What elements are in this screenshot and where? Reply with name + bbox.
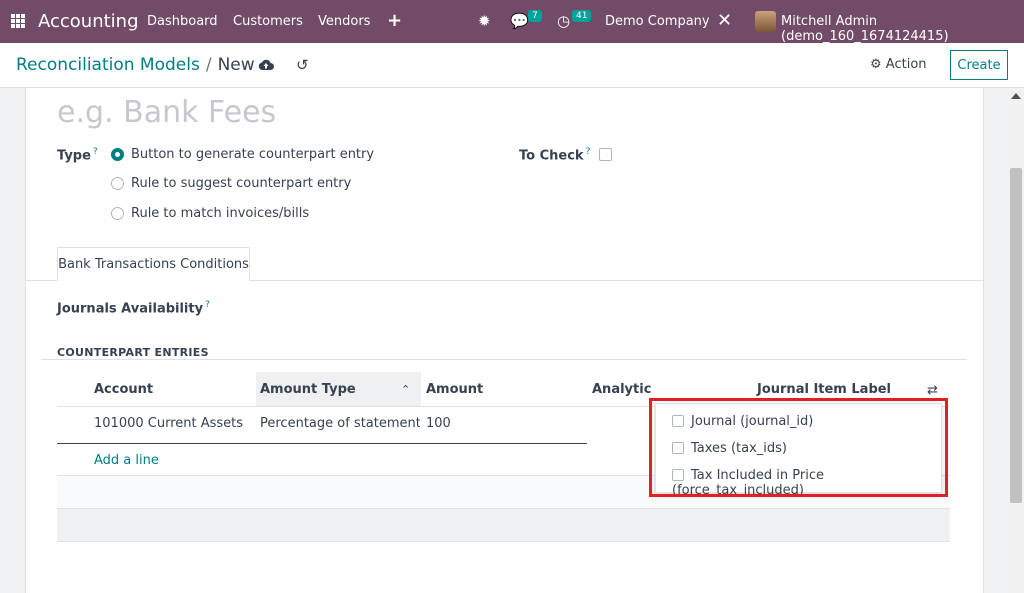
chat-icon[interactable]: 💬 [510,12,529,30]
to-check-label: To Check? [519,147,590,163]
menu-vendors[interactable]: Vendors [318,14,370,29]
apps-menu-icon[interactable] [11,14,25,28]
radio-label-counterpart[interactable]: Button to generate counterpart entry [131,147,374,162]
journals-label-text: Journals Availability [57,301,204,317]
plus-icon[interactable]: + [387,10,402,31]
section-title: COUNTERPART ENTRIES [57,346,209,359]
menu-dashboard[interactable]: Dashboard [147,14,218,29]
row-active-divider [57,443,587,444]
to-check-label-text: To Check [519,148,584,164]
to-check-checkbox[interactable] [599,148,612,161]
company-switcher[interactable]: Demo Company [605,14,710,29]
gear-icon: ⚙ [870,57,882,72]
footer-divider [57,541,950,542]
cell-amount-type[interactable]: Percentage of statement line [260,416,420,431]
breadcrumb-separator: / [205,55,212,75]
column-analytic[interactable]: Analytic [592,382,651,397]
optional-columns-toggle-icon[interactable]: ⇄ [927,383,938,398]
tools-icon[interactable]: ✕ [717,10,732,31]
to-check-help-icon[interactable]: ? [586,147,591,157]
type-label-text: Type [57,148,91,164]
scroll-thumb[interactable] [1010,168,1022,503]
type-label: Type? [57,147,98,163]
bug-icon[interactable]: ✹ [478,12,491,30]
cell-amount[interactable]: 100 [426,416,576,431]
radio-label-suggest[interactable]: Rule to suggest counterpart entry [131,176,351,191]
radio-button-counterpart[interactable] [111,148,124,161]
app-name[interactable]: Accounting [38,11,139,32]
column-amount[interactable]: Amount [426,382,483,397]
action-button[interactable]: ⚙ Action [870,57,927,72]
column-account[interactable]: Account [94,382,153,397]
top-navbar: Accounting Dashboard Customers Vendors +… [0,0,1024,44]
tab-bank-transactions-conditions[interactable]: Bank Transactions Conditions [57,247,250,281]
journals-availability-label: Journals Availability? [57,300,210,316]
radio-rule-match[interactable] [111,207,124,220]
radio-rule-suggest[interactable] [111,177,124,190]
messages-badge: 7 [528,10,542,22]
avatar[interactable] [755,11,776,32]
menu-customers[interactable]: Customers [233,14,303,29]
breadcrumb-parent[interactable]: Reconciliation Models [16,55,200,75]
breadcrumb: Reconciliation Models / New [16,55,255,75]
create-button[interactable]: Create [950,50,1008,80]
scroll-up-arrow-icon[interactable] [1011,93,1021,99]
sort-caret-up-icon: ⌃ [401,383,411,396]
cell-account[interactable]: 101000 Current Assets [94,416,254,431]
column-amount-type[interactable]: Amount Type [260,382,356,397]
activities-badge: 41 [572,10,592,22]
clock-icon[interactable]: ◷ [557,12,570,30]
journals-help-icon[interactable]: ? [205,300,210,310]
highlight-box [649,398,948,497]
action-label: Action [885,57,927,72]
user-menu[interactable]: Mitchell Admin (demo_160_1674124415) [781,14,1024,44]
name-input[interactable]: e.g. Bank Fees [57,95,276,130]
table-footer [57,509,950,542]
discard-icon[interactable]: ↺ [296,56,309,74]
column-journal-item-label[interactable]: Journal Item Label [757,382,891,397]
section-divider [41,359,967,360]
radio-label-match[interactable]: Rule to match invoices/bills [131,206,309,221]
breadcrumb-current: New [217,55,255,75]
control-panel: Reconciliation Models / New ↺ ⚙ Action [0,43,1024,88]
type-help-icon[interactable]: ? [93,147,98,157]
add-line-link[interactable]: Add a line [94,453,159,468]
cloud-upload-icon[interactable] [258,58,274,71]
